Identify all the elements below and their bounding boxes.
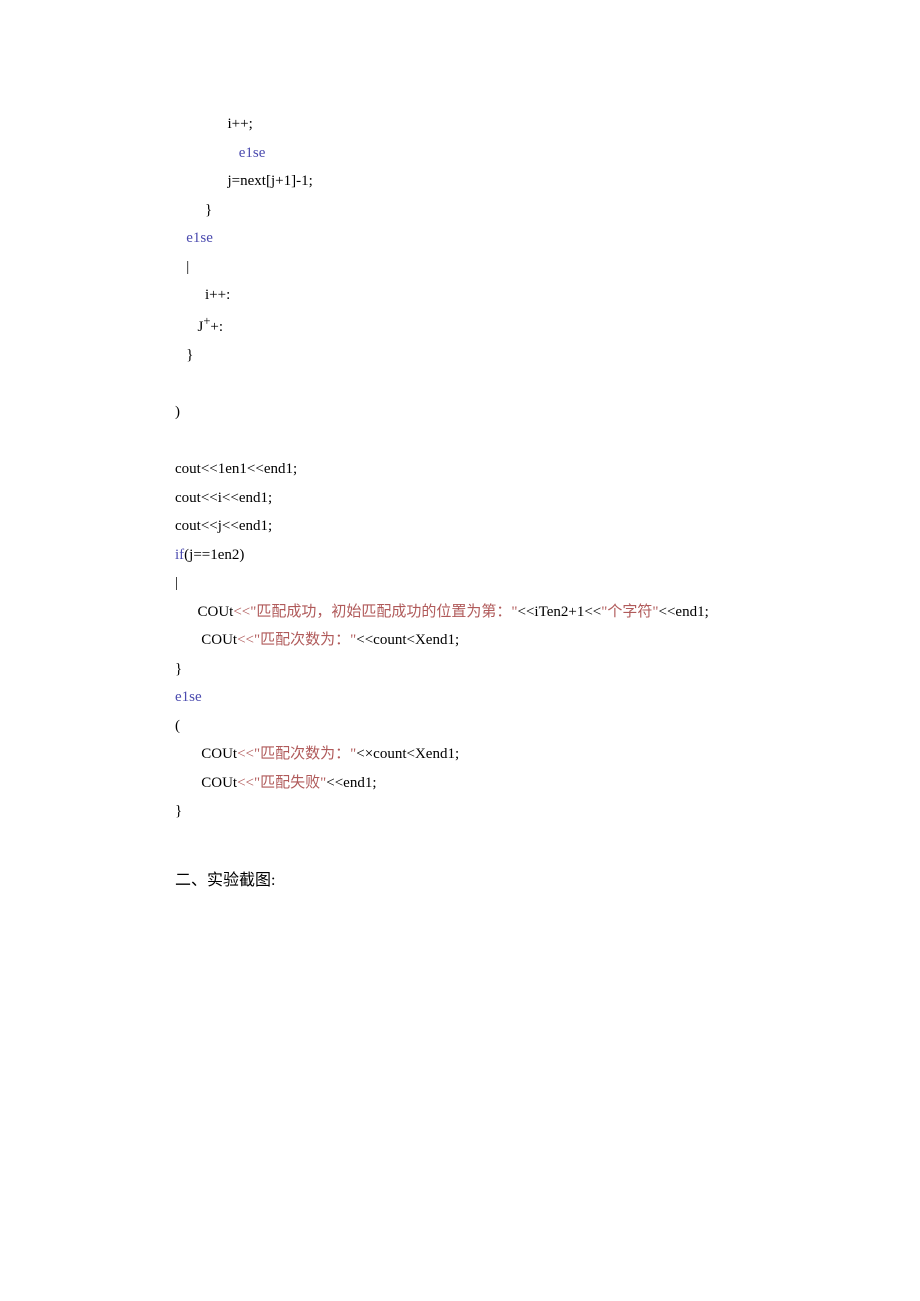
string-literal: "匹配次数为：" [254, 632, 356, 648]
code-text: <<end1; [659, 604, 709, 620]
code-line: COUt<<"匹配失败"<<end1; [175, 769, 920, 798]
code-line: COUt<<"匹配成功，初始匹配成功的位置为第："<<iTen2+1<<"个字符… [175, 598, 920, 627]
code-text: <×count<Xend1; [356, 746, 459, 762]
code-text: COUt [201, 746, 237, 762]
code-line: COUt<<"匹配次数为："<<count<Xend1; [175, 626, 920, 655]
code-text: cout<<1en1<<end1; [175, 461, 297, 477]
string-literal: "个字符" [601, 604, 658, 620]
code-line: } [175, 196, 920, 225]
code-text: | [186, 259, 189, 275]
code-text: ) [175, 404, 180, 420]
code-text: | [175, 575, 178, 591]
code-text: j=next[j+1]-1; [228, 173, 313, 189]
document-page: i++; e1se j=next[j+1]-1; } e1se | i++: J… [0, 0, 920, 1301]
string-literal: "匹配成功，初始匹配成功的位置为第：" [250, 604, 517, 620]
operator: << [237, 746, 254, 762]
code-line: e1se [175, 224, 920, 253]
code-line: e1se [175, 683, 920, 712]
code-line: | [175, 569, 920, 598]
string-literal: "匹配失败" [254, 775, 326, 791]
code-line [175, 427, 920, 456]
code-text: } [175, 661, 182, 677]
code-line: J++: [175, 310, 920, 342]
code-text: i++: [205, 287, 230, 303]
code-line: if(j==1en2) [175, 541, 920, 570]
code-text: COUt [201, 775, 237, 791]
code-text: } [186, 347, 193, 363]
code-text: } [205, 202, 212, 218]
code-text: (j==1en2) [184, 547, 244, 563]
keyword-else: e1se [239, 145, 266, 161]
code-line: } [175, 797, 920, 826]
code-text: <<count<Xend1; [356, 632, 459, 648]
operator: << [233, 604, 250, 620]
code-line: ) [175, 398, 920, 427]
code-text: ( [175, 718, 180, 734]
code-line: e1se [175, 139, 920, 168]
code-line [175, 370, 920, 399]
keyword-else: e1se [175, 689, 202, 705]
code-line: i++; [175, 110, 920, 139]
code-text: COUt [201, 632, 237, 648]
code-text: <<iTen2+1<< [518, 604, 602, 620]
keyword-if: if [175, 547, 184, 563]
code-text: cout<<j<<end1; [175, 518, 272, 534]
code-line: } [175, 655, 920, 684]
section-heading: 二、实验截图: [175, 866, 920, 896]
code-text: i++; [228, 116, 253, 132]
code-line: cout<<1en1<<end1; [175, 455, 920, 484]
keyword-else: e1se [186, 230, 213, 246]
code-text: <<end1; [326, 775, 376, 791]
code-line: ( [175, 712, 920, 741]
code-text: COUt [198, 604, 234, 620]
operator: << [237, 632, 254, 648]
code-line: } [175, 341, 920, 370]
code-line: j=next[j+1]-1; [175, 167, 920, 196]
operator: << [237, 775, 254, 791]
code-line: | [175, 253, 920, 282]
code-text: } [175, 803, 182, 819]
code-text: +: [210, 319, 223, 335]
code-text: cout<<i<<end1; [175, 490, 272, 506]
code-line: COUt<<"匹配次数为："<×count<Xend1; [175, 740, 920, 769]
string-literal: "匹配次数为：" [254, 746, 356, 762]
code-line: cout<<i<<end1; [175, 484, 920, 513]
code-line: i++: [175, 281, 920, 310]
code-line: cout<<j<<end1; [175, 512, 920, 541]
